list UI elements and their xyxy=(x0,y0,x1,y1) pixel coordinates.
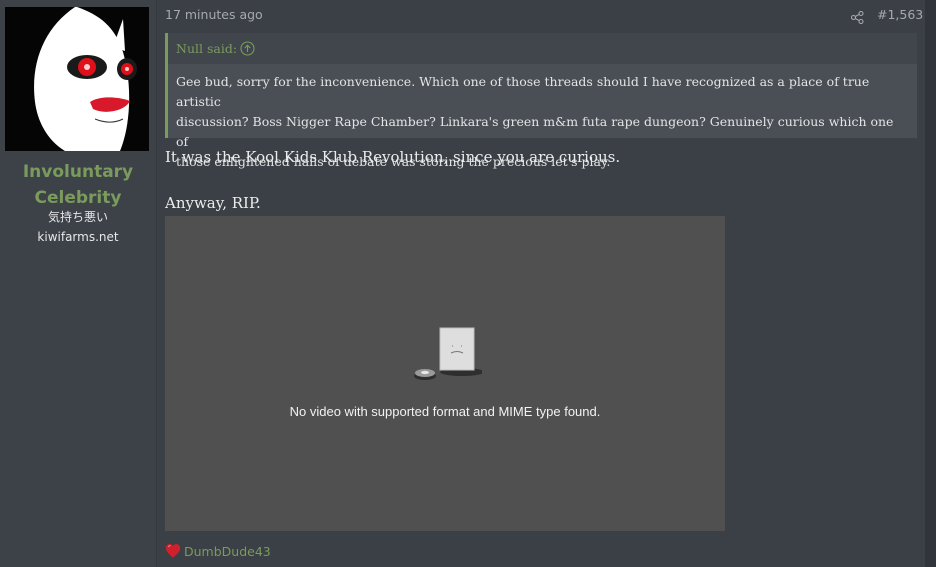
user-title-line-2: kiwifarms.net xyxy=(37,230,119,244)
user-title: 気持ち悪い kiwifarms.net xyxy=(0,207,156,247)
user-title-line-1: 気持ち悪い xyxy=(47,210,108,224)
quote-line-1: Gee bud, sorry for the inconvenience. Wh… xyxy=(176,74,870,109)
right-rail xyxy=(925,0,936,567)
video-embed[interactable]: No video with supported format and MIME … xyxy=(165,216,725,531)
username-line-1[interactable]: Involuntary xyxy=(0,159,156,185)
missing-plugin-icon xyxy=(410,326,484,380)
username[interactable]: Involuntary Celebrity xyxy=(0,159,156,211)
share-icon[interactable] xyxy=(850,9,864,25)
quote-block: Null said: Gee bud, sorry for the inconv… xyxy=(165,33,917,169)
video-error-message: No video with supported format and MIME … xyxy=(289,404,601,419)
post: 17 minutes ago #1,563 Null said: Gee bud… xyxy=(157,0,925,567)
arrow-up-circle-icon[interactable] xyxy=(240,41,255,56)
heart-icon xyxy=(165,543,181,559)
post-number-link[interactable]: #1,563 xyxy=(877,7,923,22)
user-info-column: Involuntary Celebrity 気持ち悪い kiwifarms.ne… xyxy=(0,0,156,567)
quote-author-link[interactable]: Null said: xyxy=(176,41,237,56)
reaction-user-link[interactable]: DumbDude43 xyxy=(184,544,271,559)
quote-header: Null said: xyxy=(168,33,917,64)
avatar[interactable] xyxy=(5,7,149,151)
post-text-line-2: Anyway, RIP. xyxy=(165,194,261,212)
post-timestamp[interactable]: 17 minutes ago xyxy=(165,7,263,22)
quote-line-2: discussion? Boss Nigger Rape Chamber? Li… xyxy=(176,114,894,149)
post-text-line-1: It was the Kool Kids Klub Revolution, si… xyxy=(165,148,621,166)
